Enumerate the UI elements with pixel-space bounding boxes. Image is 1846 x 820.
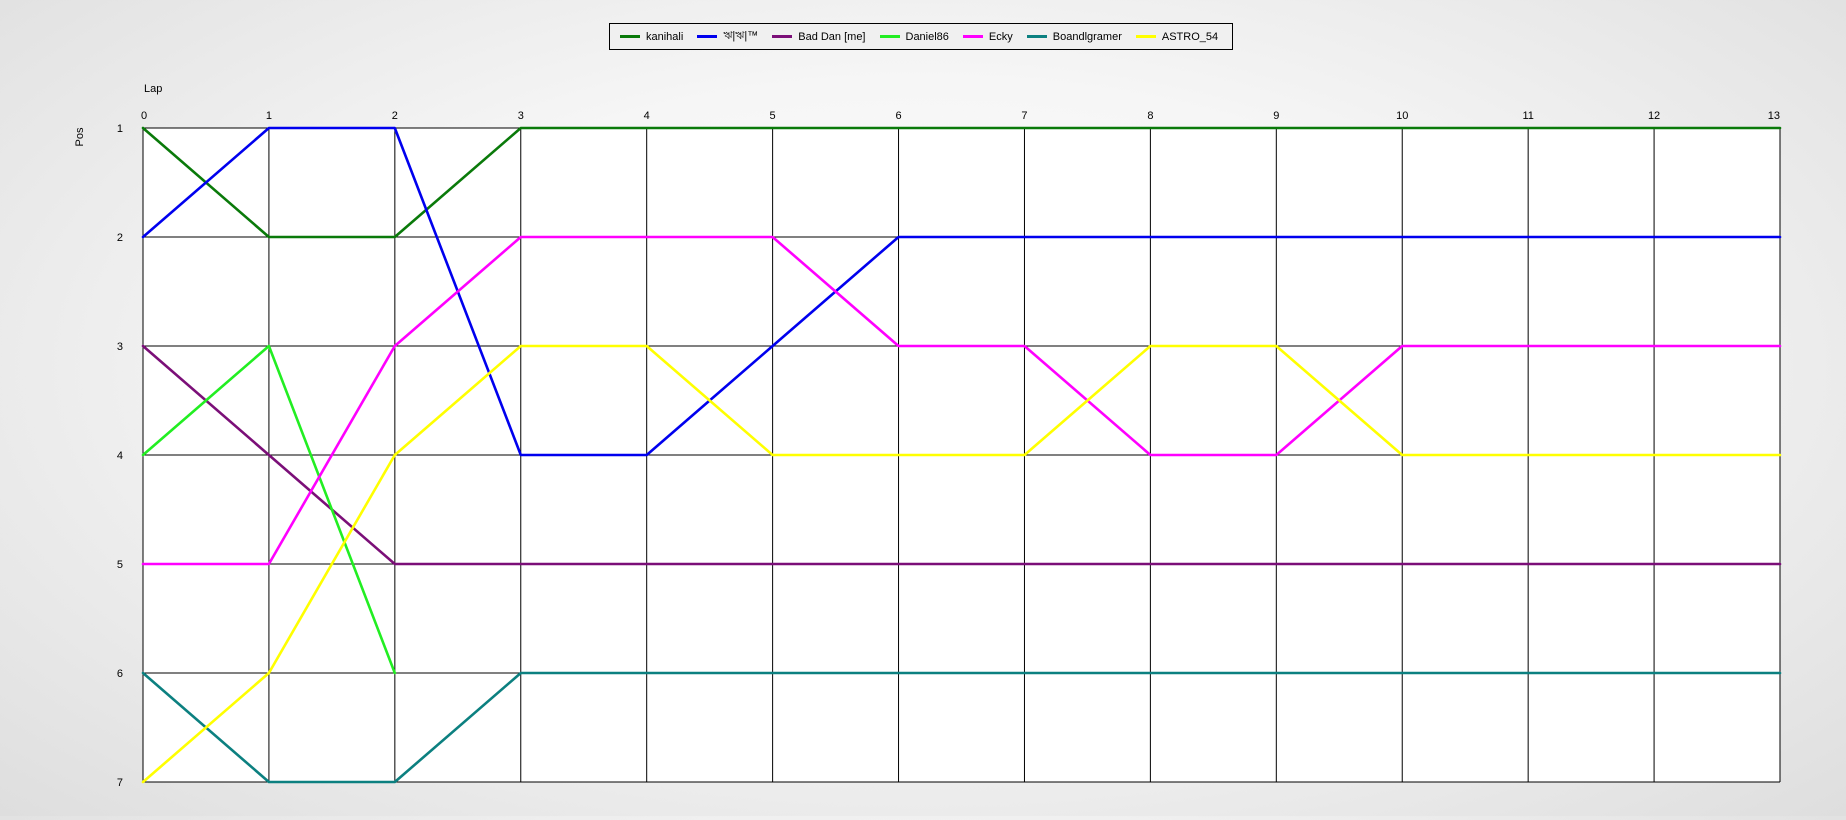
legend-label: kanihali bbox=[646, 30, 684, 43]
position-chart: kanihali ঋ|ঋ|™ Bad Dan [me] Daniel86 Ecky Boa… bbox=[0, 0, 1846, 816]
legend-item: Boandlgramer bbox=[1026, 30, 1122, 43]
y-axis-title: Pos bbox=[74, 127, 86, 146]
legend-item: kanihali bbox=[620, 31, 683, 43]
y-tick-label: 3 bbox=[117, 341, 123, 353]
x-tick-label: 8 bbox=[1147, 110, 1153, 122]
legend-item: Bad Dan [me] bbox=[772, 30, 866, 43]
x-tick-label: 6 bbox=[895, 110, 901, 122]
legend-label: Ecky bbox=[988, 30, 1013, 43]
legend-label: Bad Dan [me] bbox=[798, 30, 866, 43]
legend-swatch bbox=[879, 35, 900, 38]
y-tick-label: 4 bbox=[117, 450, 123, 462]
x-tick-label: 12 bbox=[1648, 110, 1660, 122]
x-tick-label: 1 bbox=[266, 110, 272, 122]
legend-swatch bbox=[772, 35, 793, 38]
legend-item: Daniel86 bbox=[879, 30, 949, 43]
x-tick-label: 5 bbox=[770, 110, 776, 122]
legend-swatch bbox=[620, 35, 640, 38]
x-tick-label: 2 bbox=[392, 110, 398, 122]
y-tick-label: 5 bbox=[117, 559, 123, 571]
legend-item: ASTRO_54 bbox=[1135, 30, 1219, 43]
x-tick-label: 0 bbox=[141, 110, 147, 122]
legend-swatch bbox=[962, 35, 983, 38]
legend-swatch bbox=[1135, 35, 1156, 38]
legend-label: Boandlgramer bbox=[1052, 30, 1122, 43]
y-tick-label: 1 bbox=[117, 123, 123, 135]
x-tick-label: 3 bbox=[518, 110, 524, 122]
y-tick-label: 2 bbox=[117, 232, 123, 244]
y-tick-label: 7 bbox=[117, 777, 123, 789]
x-tick-label: 7 bbox=[1021, 110, 1027, 122]
x-axis-title: Lap bbox=[144, 83, 162, 95]
legend-label: Daniel86 bbox=[905, 30, 949, 43]
x-tick-label: 10 bbox=[1396, 110, 1408, 122]
x-tick-label: 11 bbox=[1522, 110, 1533, 122]
plot-area: 0 1 2 3 4 5 6 7 8 9 10 11 12 131234567LapPos bbox=[74, 83, 1782, 789]
x-tick-label: 13 bbox=[1768, 110, 1780, 122]
legend: kanihali ঋ|ঋ|™ Bad Dan [me] Daniel86 Ecky Boa… bbox=[609, 23, 1234, 50]
legend-item: ঋ|ঋ|™ bbox=[697, 27, 758, 46]
legend-label: ঋ|ঋ|™ bbox=[723, 30, 759, 42]
legend-swatch bbox=[1026, 35, 1047, 38]
legend-item: Ecky bbox=[962, 30, 1013, 43]
y-tick-label: 6 bbox=[117, 668, 123, 680]
x-tick-label: 4 bbox=[644, 110, 650, 122]
x-tick-label: 9 bbox=[1273, 110, 1279, 122]
legend-swatch bbox=[697, 35, 718, 38]
legend-label: ASTRO_54 bbox=[1161, 30, 1219, 43]
